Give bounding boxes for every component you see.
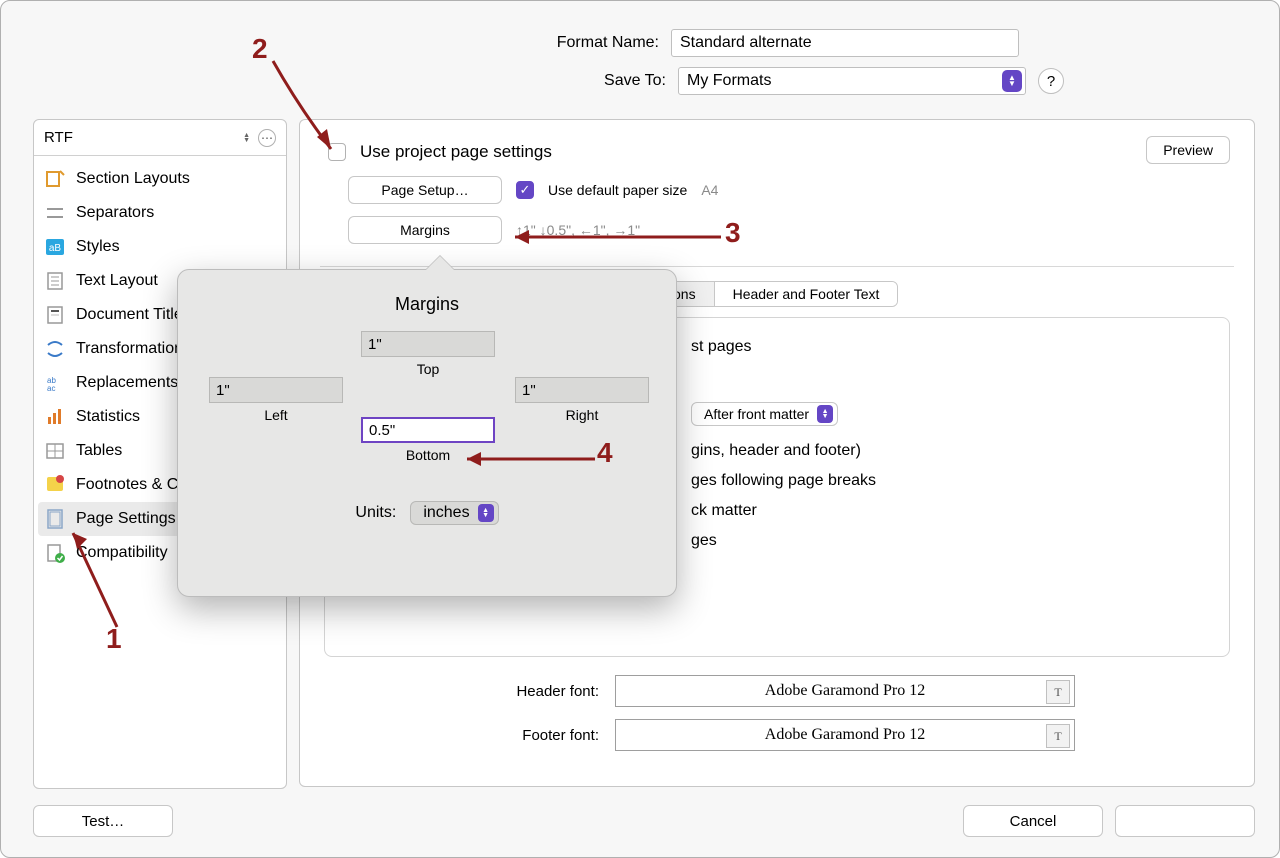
sidebar-item[interactable]: Separators [34,196,286,230]
sidebar-icon [44,542,66,564]
margins-popover: Margins Top Left Right Bottom Units: inc [177,269,677,597]
cancel-button[interactable]: Cancel [963,805,1103,837]
more-icon[interactable]: ⋯ [258,129,276,147]
save-to-label: Save To: [216,72,666,90]
sidebar-item-label: Tables [76,442,122,460]
margin-right-input[interactable] [515,377,649,403]
save-button[interactable]: Save [1115,805,1255,837]
sidebar-item-label: Statistics [76,408,140,426]
body-line: gins, header and footer) [691,442,1209,460]
font-picker-icon[interactable]: T [1046,680,1070,704]
save-to-select[interactable]: ▲▼ [678,67,1026,95]
margin-left-label: Left [206,407,346,423]
preview-button[interactable]: Preview [1146,136,1230,164]
svg-text:aB: aB [49,243,62,254]
margin-top-input[interactable] [361,331,495,357]
use-project-page-settings-label: Use project page settings [360,142,552,162]
tab-header-footer-text[interactable]: Header and Footer Text [715,282,898,306]
margins-summary: ↑1" ↓0.5", ←1", →1" [516,222,640,238]
format-name-input[interactable] [671,29,1019,57]
svg-text:ac: ac [47,384,55,393]
help-button[interactable]: ? [1038,68,1064,94]
popover-title: Margins [178,294,676,315]
sidebar-icon [44,474,66,496]
margin-left-input[interactable] [209,377,343,403]
default-paper-label: Use default paper size [548,182,687,198]
save-to-row: Save To: ▲▼ ? [1,67,1279,95]
chevron-updown-icon: ▲▼ [817,405,833,423]
margin-bottom-label: Bottom [358,447,498,463]
sidebar-icon [44,168,66,190]
body-line: ges [691,532,1209,550]
sidebar-icon [44,270,66,292]
sidebar-item[interactable]: Section Layouts [34,162,286,196]
page-setup-button[interactable]: Page Setup… [348,176,502,204]
sidebar-icon [44,440,66,462]
default-paper-checkbox[interactable]: ✓ [516,181,534,199]
dialog-footer: Test… Cancel Save [33,805,1255,837]
font-picker-icon[interactable]: T [1046,724,1070,748]
footer-font-label: Footer font: [479,727,599,744]
page-number-start-select[interactable]: After front matter ▲▼ [691,402,838,426]
body-line: ck matter [691,502,1209,520]
sidebar-icon: abac [44,372,66,394]
use-project-page-settings-checkbox[interactable] [328,143,346,161]
sidebar-item-label: Compatibility [76,544,168,562]
header-font-field[interactable]: Adobe Garamond Pro 12 T [615,675,1075,707]
sidebar-item-label: Transformations [76,340,191,358]
units-select[interactable]: inches ▲▼ [410,501,498,525]
footer-font-field[interactable]: Adobe Garamond Pro 12 T [615,719,1075,751]
body-line: ges following page breaks [691,472,1209,490]
sidebar-item-label: Text Layout [76,272,158,290]
sidebar-item-label: Page Settings [76,510,176,528]
body-line: st pages [691,338,1209,356]
format-type-label[interactable]: RTF [44,129,73,146]
margin-top-label: Top [358,361,498,377]
default-paper-size: A4 [701,182,718,198]
format-name-row: Format Name: [1,29,1279,57]
margin-right-label: Right [512,407,652,423]
margin-grid: Top Left Right Bottom [178,331,676,501]
margins-button[interactable]: Margins [348,216,502,244]
margin-bottom-input[interactable] [361,417,495,443]
chevron-updown-icon[interactable]: ▲▼ [243,133,250,143]
sidebar-item-label: Styles [76,238,120,256]
sidebar-icon [44,508,66,530]
header-font-label: Header font: [479,683,599,700]
sidebar-item-label: Section Layouts [76,170,190,188]
chevron-updown-icon: ▲▼ [1002,70,1022,92]
test-button[interactable]: Test… [33,805,173,837]
sidebar-icon [44,202,66,224]
chevron-updown-icon: ▲▼ [478,504,494,522]
sidebar-icon [44,406,66,428]
units-label: Units: [355,504,396,522]
sidebar-item[interactable]: aB Styles [34,230,286,264]
format-name-label: Format Name: [209,34,659,52]
sidebar-icon: aB [44,236,66,258]
sidebar-icon [44,338,66,360]
hf-tabs: ons Header and Footer Text [654,281,898,307]
sidebar-header: RTF ▲▼ ⋯ [34,120,286,156]
sidebar-item-label: Separators [76,204,154,222]
sidebar-item-label: Replacements [76,374,178,392]
sidebar-icon [44,304,66,326]
compile-dialog: Format Name: Save To: ▲▼ ? RTF ▲▼ ⋯ Sect… [0,0,1280,858]
